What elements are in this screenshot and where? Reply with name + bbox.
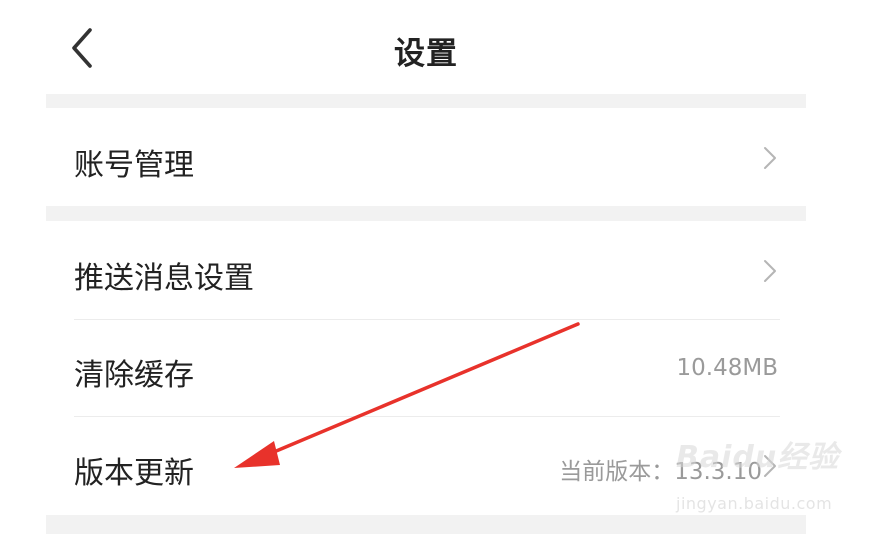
chevron-right-icon bbox=[764, 147, 776, 169]
current-version-value: 当前版本：13.3.10 bbox=[559, 459, 762, 485]
cache-size-value: 10.48MB bbox=[676, 355, 778, 381]
settings-screen: 设置 账号管理 推送消息设置 清除缓存 10.48MB 版本更新 当前版本：13… bbox=[46, 0, 806, 534]
section-separator bbox=[46, 206, 806, 221]
clear-cache-row[interactable]: 清除缓存 10.48MB bbox=[46, 320, 806, 416]
section-separator bbox=[46, 94, 806, 108]
push-settings-label: 推送消息设置 bbox=[74, 261, 254, 296]
clear-cache-label: 清除缓存 bbox=[74, 358, 194, 393]
account-management-label: 账号管理 bbox=[74, 148, 194, 183]
version-update-row[interactable]: 版本更新 当前版本：13.3.10 bbox=[46, 417, 806, 515]
account-management-row[interactable]: 账号管理 bbox=[46, 108, 806, 206]
push-settings-row[interactable]: 推送消息设置 bbox=[46, 221, 806, 319]
chevron-right-icon bbox=[764, 260, 776, 282]
chevron-right-icon bbox=[764, 455, 776, 477]
page-title: 设置 bbox=[394, 36, 458, 72]
section-separator bbox=[46, 515, 806, 534]
nav-bar: 设置 bbox=[46, 0, 806, 94]
version-update-label: 版本更新 bbox=[74, 456, 194, 491]
